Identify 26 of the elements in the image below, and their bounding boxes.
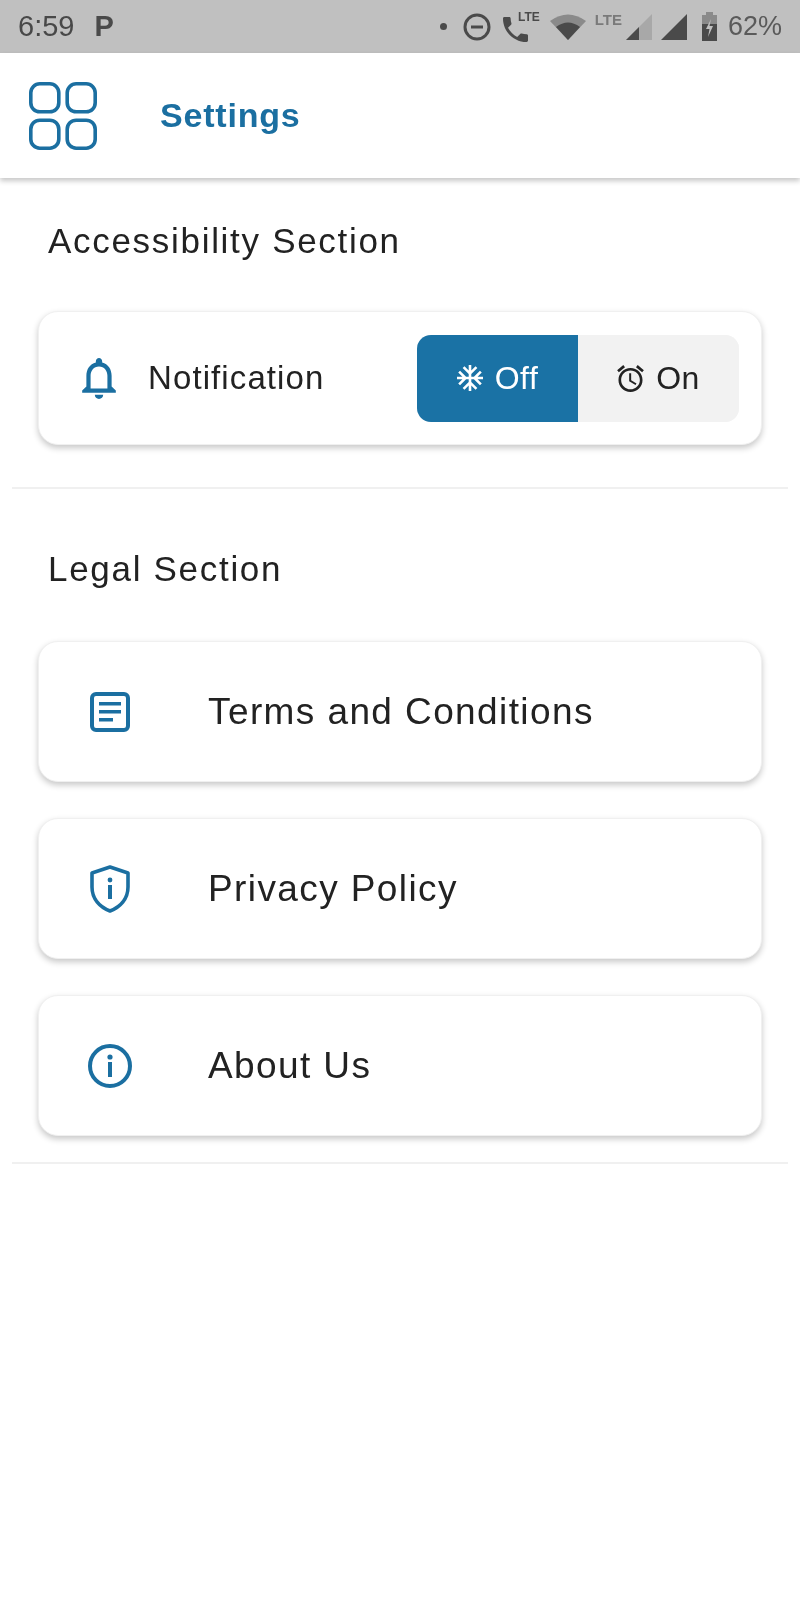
status-time: 6:59 [18, 12, 75, 41]
settings-link-card[interactable]: Privacy Policy [38, 818, 762, 959]
section-title: Legal Section [47, 549, 284, 589]
battery-charging-icon [701, 12, 717, 41]
setting-label: Notification [148, 358, 325, 399]
info-icon [88, 1043, 132, 1088]
call-network-label: LTE [517, 11, 540, 23]
notification-app-icon: P [94, 12, 114, 41]
grid-menu-icon[interactable] [29, 81, 97, 150]
section-title: Accessibility Section [47, 221, 402, 261]
settings-link-card[interactable]: About Us [38, 995, 762, 1136]
battery-percentage: 62% [727, 13, 782, 40]
settings-link-card[interactable]: Terms and Conditions [38, 641, 762, 782]
do-not-disturb-icon [462, 12, 491, 41]
segment-toggle-button[interactable]: Off [417, 334, 578, 422]
shield-info-icon [90, 864, 130, 913]
alarm-clock-icon [617, 364, 645, 392]
signal-icon [660, 13, 687, 40]
snowflake-icon [456, 365, 483, 391]
document-icon [90, 691, 130, 732]
wifi-icon [549, 13, 586, 40]
dot-icon [439, 23, 447, 30]
signal-icon [625, 13, 652, 40]
bell-icon [80, 357, 118, 399]
network-label: LTE [594, 12, 622, 27]
app-bar-title: Settings [160, 95, 301, 136]
